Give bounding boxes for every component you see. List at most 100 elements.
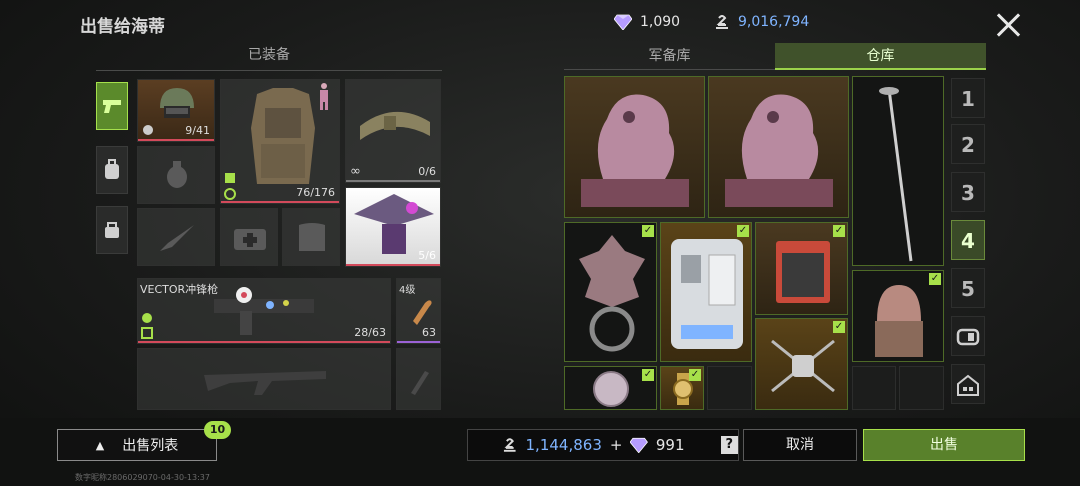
ammo-level: 4级 (399, 285, 416, 296)
melee-slot[interactable] (137, 208, 215, 266)
armor-durability: 76/176 (296, 186, 335, 199)
weapon-durability-bar (138, 341, 390, 343)
sell-list-count-badge: 10 (204, 421, 231, 439)
tab-armory[interactable]: 军备库 (564, 43, 775, 70)
helmet-slot[interactable]: 9/41 (137, 79, 215, 142)
hat-slot[interactable]: 5/6 (345, 187, 441, 267)
inventory-item-coin[interactable]: ✓ (564, 366, 657, 410)
ak-rifle-icon (204, 371, 326, 395)
tab-warehouse[interactable]: 仓库 (775, 43, 986, 70)
body-armor-icon (251, 88, 315, 184)
selected-check-icon: ✓ (833, 225, 845, 237)
inventory-item-qilin-statue-1[interactable] (564, 76, 705, 218)
diamond-count: 1,090 (640, 14, 681, 30)
secondary-weapon-slot[interactable] (137, 348, 391, 410)
pistol-category-tab[interactable] (96, 82, 128, 130)
bullet-empty-icon (411, 371, 429, 395)
ammo-slot[interactable]: 4级 63 (396, 278, 441, 344)
page-3-button[interactable]: 3 (951, 172, 985, 212)
inventory-empty-cell[interactable] (899, 366, 944, 410)
player-id-footer: 数字昵称2806029070-04-30-13:37 (75, 473, 210, 482)
grenade-slot[interactable] (137, 146, 215, 204)
warehouse-icon (957, 374, 979, 396)
secondary-ammo-slot[interactable] (396, 348, 441, 410)
primary-weapon-slot[interactable]: VECTOR冲锋枪 28/63 (137, 278, 391, 344)
inventory-item-door-knocker[interactable]: ✓ (564, 222, 657, 362)
inventory-item-power-station[interactable]: ✓ (660, 222, 752, 362)
hat-durability: 5/6 (418, 249, 436, 262)
drone-icon (771, 339, 835, 393)
total-diamonds: 991 (655, 436, 685, 454)
qilin-statue-icon (725, 94, 833, 207)
sword-icon (879, 87, 913, 262)
seal-icon (875, 285, 923, 357)
plate-icon (299, 223, 325, 251)
belt-durability-bar (346, 180, 440, 182)
page-4-button[interactable]: 4 (951, 220, 985, 260)
inventory-item-watch[interactable]: ✓ (660, 366, 704, 410)
total-coins: 1,144,863 (525, 436, 602, 454)
special-storage-button[interactable] (951, 316, 985, 356)
ammo-count: 63 (422, 326, 436, 339)
helmet-durability: 9/41 (185, 124, 210, 137)
inventory-item-jade-seal[interactable]: ✓ (852, 270, 944, 362)
helmet-type-icon (143, 125, 153, 135)
page-1-button[interactable]: 1 (951, 78, 985, 118)
lock-case-icon (105, 222, 119, 238)
case-category-tab[interactable] (96, 206, 128, 254)
knife-icon (160, 225, 194, 251)
inventory-empty-cell[interactable] (852, 366, 896, 410)
inventory-item-qilin-statue-2[interactable] (708, 76, 849, 218)
inventory-empty-cell[interactable] (707, 366, 752, 410)
warehouse-home-button[interactable] (951, 364, 985, 404)
qilin-statue-icon (581, 94, 689, 207)
backpack-icon (105, 159, 119, 179)
sell-list-button[interactable]: ▲ 出售列表 (57, 429, 217, 461)
coin-balance: 9,016,794 (714, 14, 809, 30)
coin-icon (503, 438, 516, 452)
hat-durability-bar (346, 264, 440, 266)
coin-count: 9,016,794 (738, 14, 810, 30)
dragon-knocker-icon (579, 235, 645, 352)
close-icon[interactable] (994, 10, 1024, 40)
power-station-icon (671, 239, 743, 349)
coin-item-icon (593, 371, 629, 407)
tactical-belt-icon (360, 111, 430, 140)
page-5-button[interactable]: 5 (951, 268, 985, 308)
equipped-section-title: 已装备 (96, 44, 442, 71)
chevron-up-icon: ▲ (95, 438, 105, 452)
plus-sign: + (609, 436, 623, 454)
medkit-slot[interactable] (220, 208, 278, 266)
pistol-icon (103, 100, 121, 113)
helmet-durability-bar (138, 139, 214, 141)
coin-icon (716, 15, 728, 29)
ammo-bar (397, 341, 440, 343)
armor-slot[interactable]: 76/176 (220, 79, 340, 204)
gold-watch-icon (673, 373, 693, 405)
cancel-button[interactable]: 取消 (743, 429, 857, 461)
armor-plate-slot[interactable] (282, 208, 340, 266)
sell-list-label: 出售列表 (122, 438, 179, 454)
page-title: 出售给海蒂 (80, 17, 165, 37)
backpack-category-tab[interactable] (96, 146, 128, 194)
mod-icon (141, 327, 153, 339)
medkit-icon (234, 229, 266, 250)
inventory-item-drone[interactable]: ✓ (755, 318, 848, 410)
storage-tabs: 军备库 仓库 (564, 43, 986, 70)
page-2-button[interactable]: 2 (951, 124, 985, 164)
sell-total: 1,144,863 + 991 ? (467, 429, 739, 461)
inventory-item-jerry-can[interactable]: ✓ (755, 222, 848, 315)
character-silhouette-icon (320, 83, 328, 110)
belt-slot[interactable]: ∞ 0/6 (345, 79, 441, 183)
diamond-balance: 1,090 (614, 14, 680, 30)
infinity-icon: ∞ (350, 164, 361, 179)
vector-smg-icon (214, 287, 314, 335)
safe-box-icon (956, 328, 980, 346)
diamond-icon (614, 14, 632, 30)
inventory-item-sword[interactable] (852, 76, 944, 266)
attachment-icon (142, 313, 152, 323)
help-icon[interactable]: ? (720, 436, 738, 454)
sell-button[interactable]: 出售 (863, 429, 1025, 461)
armor-durability-bar (221, 201, 339, 203)
weapon-ammo: 28/63 (354, 326, 386, 339)
